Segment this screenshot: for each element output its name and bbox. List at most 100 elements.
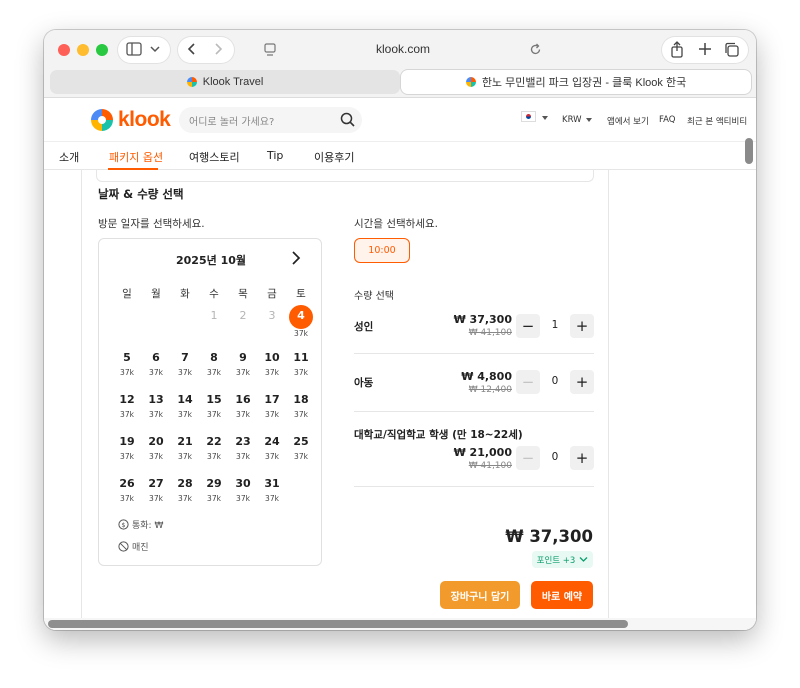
increase-student-button[interactable]: + (570, 446, 594, 470)
day-price: 37k (149, 452, 163, 461)
add-to-cart-button[interactable]: 장바구니 담기 (440, 581, 520, 609)
korea-flag-icon[interactable] (521, 111, 536, 122)
new-tab-icon[interactable] (698, 42, 712, 56)
currency-icon: $ (118, 519, 129, 530)
recently-viewed-link[interactable]: 최근 본 액티비티 (687, 115, 747, 127)
faq-link[interactable]: FAQ (659, 115, 675, 125)
calendar-day[interactable]: 16 37k (230, 393, 256, 419)
increase-adult-button[interactable]: + (570, 314, 594, 338)
tab-moomin-valley[interactable]: 한노 무민밸리 파크 입장권 - 클룩 Klook 한국 (401, 70, 751, 94)
increase-child-button[interactable]: + (570, 370, 594, 394)
vertical-scrollbar[interactable] (745, 138, 753, 164)
calendar-day[interactable]: 25 37k (288, 435, 314, 461)
book-now-button[interactable]: 바로 예약 (531, 581, 593, 609)
calendar-day[interactable]: 30 37k (230, 477, 256, 503)
forward-button[interactable] (212, 42, 224, 56)
chevron-down-icon (579, 557, 588, 562)
calendar-day[interactable]: 21 37k (172, 435, 198, 461)
search-icon[interactable] (340, 112, 355, 131)
day-price: 37k (178, 494, 192, 503)
points-badge[interactable]: 포인트 +3 (532, 551, 593, 568)
day-price: 37k (265, 494, 279, 503)
calendar-day[interactable]: 15 37k (201, 393, 227, 419)
calendar-day[interactable]: 23 37k (230, 435, 256, 461)
decrease-child-button[interactable]: − (516, 370, 540, 394)
calendar-day[interactable]: 14 37k (172, 393, 198, 419)
tab-overview-icon[interactable] (724, 42, 740, 58)
weekday-label: 목 (238, 288, 248, 300)
calendar-day[interactable]: 10 37k (259, 351, 285, 377)
calendar-day[interactable]: 26 37k (114, 477, 140, 503)
calendar-day[interactable]: 13 37k (143, 393, 169, 419)
search-input[interactable]: 어디로 놀러 가세요? (179, 107, 362, 133)
qty-divider (354, 486, 594, 487)
day-price: 37k (265, 410, 279, 419)
qty-price: ₩ 37,300 (453, 313, 512, 326)
day-price: 37k (207, 494, 221, 503)
sidebar-toggle-group[interactable] (118, 37, 170, 63)
calendar-day[interactable]: 6 37k (143, 351, 169, 377)
decrease-adult-button[interactable]: − (516, 314, 540, 338)
calendar-day[interactable]: 29 37k (201, 477, 227, 503)
logo-text: klook (118, 108, 171, 131)
nav-tip[interactable]: Tip (267, 149, 283, 162)
minimize-window-button[interactable] (77, 44, 89, 56)
calendar-day[interactable]: 27 37k (143, 477, 169, 503)
horizontal-scrollbar[interactable] (48, 620, 628, 628)
reload-icon[interactable] (529, 43, 542, 56)
weekday-label: 수 (209, 288, 219, 300)
back-button[interactable] (186, 42, 198, 56)
language-caret[interactable] (538, 113, 548, 123)
tab-klook-travel[interactable]: Klook Travel (50, 70, 400, 94)
history-nav-group (178, 37, 234, 63)
nav-travel-stories[interactable]: 여행스토리 (189, 149, 240, 165)
zoom-window-button[interactable] (96, 44, 108, 56)
klook-logo[interactable]: klook (91, 108, 171, 132)
calendar-day[interactable]: 18 37k (288, 393, 314, 419)
weekday-label: 화 (180, 288, 190, 300)
adult-count: 1 (551, 319, 559, 331)
qty-divider (354, 353, 594, 354)
day-number: 15 (206, 393, 222, 406)
quantity-title: 수량 선택 (354, 291, 394, 302)
next-month-button[interactable] (289, 250, 303, 270)
day-number: 21 (177, 435, 193, 448)
chevron-down-icon (585, 117, 592, 122)
nav-intro[interactable]: 소개 (59, 149, 79, 165)
calendar-day[interactable]: 31 37k (259, 477, 285, 503)
day-number: 14 (177, 393, 193, 406)
calendar-day-selected[interactable]: 4 37k (288, 305, 314, 338)
day-number: 1 (210, 309, 218, 322)
day-price: 37k (178, 368, 192, 377)
day-number: 5 (123, 351, 131, 364)
calendar-day[interactable]: 7 37k (172, 351, 198, 377)
calendar-day[interactable]: 11 37k (288, 351, 314, 377)
calendar-day[interactable]: 17 37k (259, 393, 285, 419)
nav-reviews[interactable]: 이용후기 (314, 149, 354, 165)
qty-price: ₩ 21,000 (453, 446, 512, 459)
share-icon[interactable] (670, 41, 684, 58)
tab-title: 한노 무민밸리 파크 입장권 - 클룩 Klook 한국 (481, 77, 687, 89)
currency-selector[interactable]: KRW (562, 115, 592, 125)
calendar-day[interactable]: 20 37k (143, 435, 169, 461)
calendar-day[interactable]: 9 37k (230, 351, 256, 377)
day-price: 37k (236, 410, 250, 419)
time-option-1000[interactable]: 10:00 (354, 238, 410, 263)
calendar-day[interactable]: 22 37k (201, 435, 227, 461)
klook-favicon-icon (465, 77, 476, 87)
decrease-student-button[interactable]: − (516, 446, 540, 470)
weekday-label: 월 (151, 288, 161, 300)
calendar-day[interactable]: 8 37k (201, 351, 227, 377)
day-price: 37k (178, 452, 192, 461)
total-price: ₩ 37,300 (505, 527, 593, 546)
calendar-day[interactable]: 5 37k (114, 351, 140, 377)
calendar-day[interactable]: 24 37k (259, 435, 285, 461)
nav-package-options[interactable]: 패키지 옵션 (109, 149, 163, 165)
calendar-day[interactable]: 28 37k (172, 477, 198, 503)
calendar-day[interactable]: 19 37k (114, 435, 140, 461)
soldout-icon (118, 541, 129, 552)
close-window-button[interactable] (58, 44, 70, 56)
open-in-app-link[interactable]: 앱에서 보기 (607, 115, 649, 127)
address-bar[interactable]: klook.com (256, 37, 550, 63)
calendar-day[interactable]: 12 37k (114, 393, 140, 419)
